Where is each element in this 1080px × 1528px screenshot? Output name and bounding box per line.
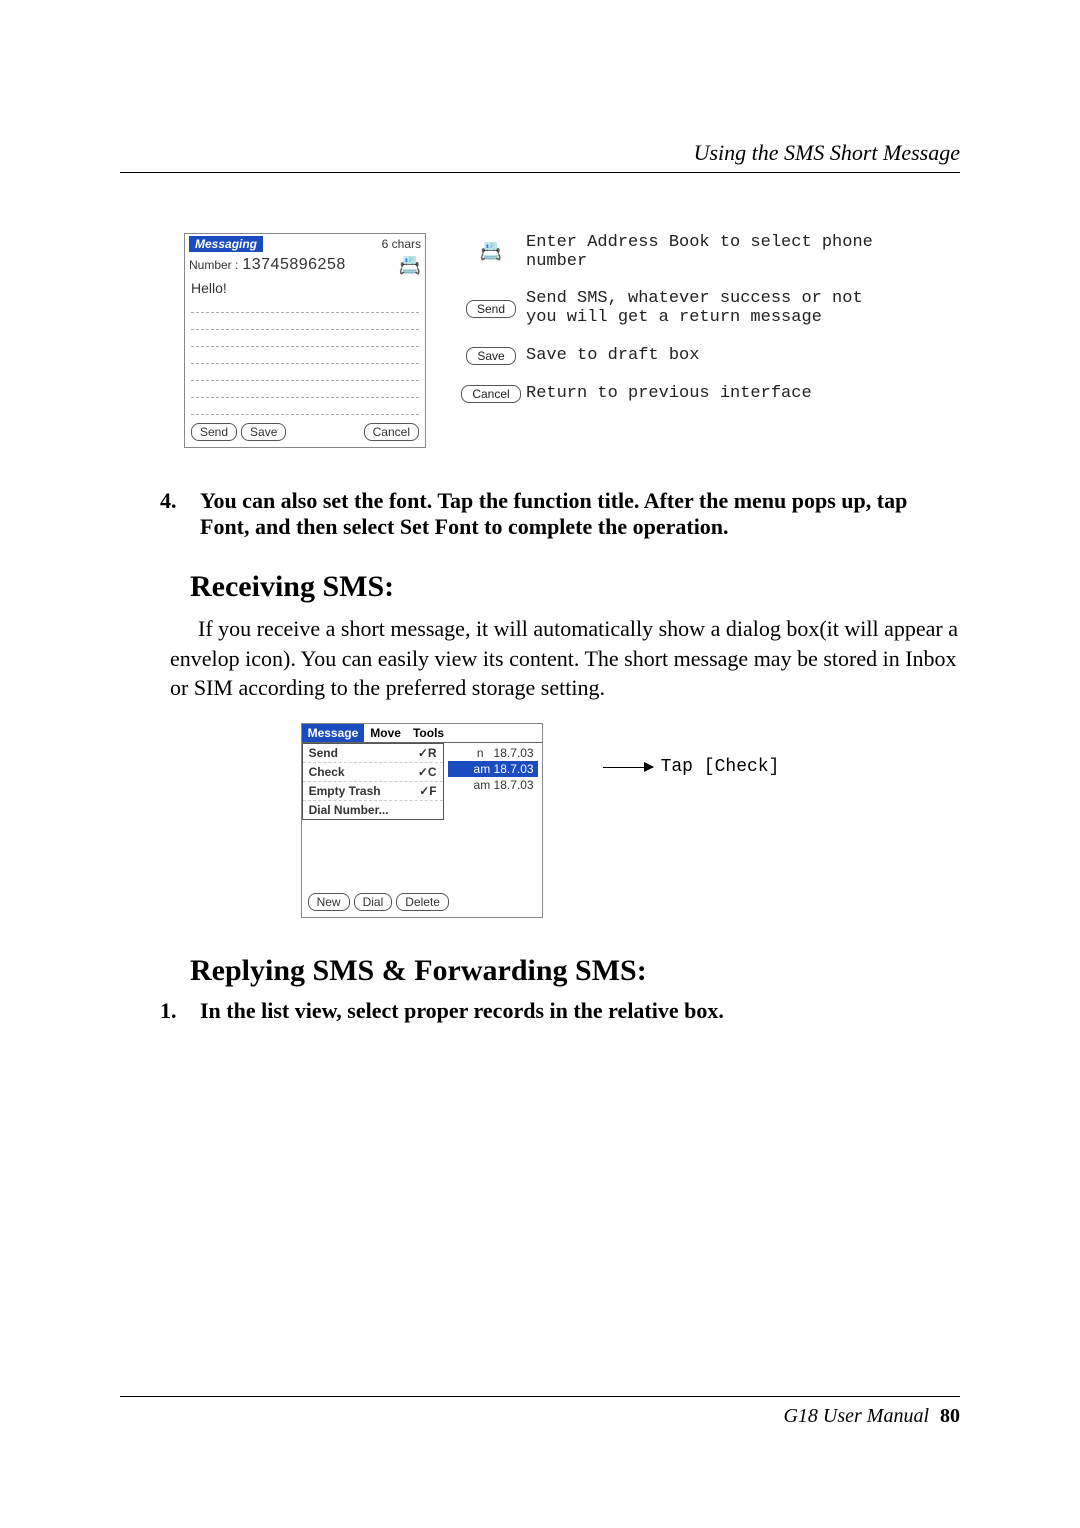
new-button[interactable]: New xyxy=(308,893,350,911)
send-button-sample: Send xyxy=(466,300,516,318)
list-row[interactable]: n 18.7.03 xyxy=(448,745,538,761)
list-cell: am 18.7.03 xyxy=(474,778,534,792)
step-1: 1. In the list view, select proper recor… xyxy=(160,998,960,1024)
menu-tools[interactable]: Tools xyxy=(407,724,450,742)
text-line xyxy=(191,313,419,330)
pda-screen-list: Message Move Tools Send ✓R Check ✓C Empt… xyxy=(301,723,543,918)
address-book-icon: 📇 xyxy=(480,241,502,261)
step-number: 4. xyxy=(160,488,200,540)
dropdown-dial-number[interactable]: Dial Number... xyxy=(303,801,443,819)
text-line xyxy=(191,347,419,364)
callout-save: Save to draft box xyxy=(526,346,699,365)
page-footer: G18 User Manual 80 xyxy=(120,1396,960,1428)
heading-receiving-sms: Receiving SMS: xyxy=(190,570,960,604)
heading-replying-sms: Replying SMS & Forwarding SMS: xyxy=(190,954,960,988)
cancel-button[interactable]: Cancel xyxy=(364,423,419,441)
list-cell: am 18.7.03 xyxy=(474,762,534,776)
text-line xyxy=(191,364,419,381)
callout-cancel: Return to previous interface xyxy=(526,384,812,403)
text-line xyxy=(191,330,419,347)
dial-button[interactable]: Dial xyxy=(354,893,393,911)
dropdown-check-label: Check xyxy=(309,765,345,779)
header-title: Using the SMS Short Message xyxy=(694,140,960,165)
list-cell: 18.7.03 xyxy=(494,746,534,760)
dropdown-send[interactable]: Send ✓R xyxy=(303,744,443,763)
pda-title: Messaging xyxy=(189,236,263,252)
figure-messaging: Messaging 6 chars Number : 13745896258 📇… xyxy=(120,233,960,448)
text-line xyxy=(191,398,419,415)
running-header: Using the SMS Short Message xyxy=(120,140,960,173)
address-book-icon[interactable]: 📇 xyxy=(399,256,421,274)
text-line xyxy=(191,381,419,398)
step-text: In the list view, select proper records … xyxy=(200,998,960,1024)
dropdown-dial-label: Dial Number... xyxy=(309,803,389,817)
save-button[interactable]: Save xyxy=(241,423,286,441)
message-body-text[interactable]: Hello! xyxy=(191,280,419,296)
arrow-icon xyxy=(603,767,653,768)
step-number: 1. xyxy=(160,998,200,1024)
menu-move[interactable]: Move xyxy=(364,724,407,742)
menu-message[interactable]: Message xyxy=(302,724,365,742)
char-count: 6 chars xyxy=(382,237,421,251)
list-cell: n xyxy=(477,746,484,760)
send-button[interactable]: Send xyxy=(191,423,237,441)
page-number: 80 xyxy=(940,1405,960,1427)
step-4: 4. You can also set the font. Tap the fu… xyxy=(160,488,960,540)
pda-screen-messaging: Messaging 6 chars Number : 13745896258 📇… xyxy=(184,233,426,448)
callout-list: 📇 Enter Address Book to select phone num… xyxy=(456,233,896,421)
number-label: Number : xyxy=(189,258,238,272)
dropdown-check[interactable]: Check ✓C xyxy=(303,763,443,782)
dropdown-empty-key: ✓F xyxy=(419,784,436,798)
cancel-button-sample: Cancel xyxy=(461,385,520,403)
message-dropdown: Send ✓R Check ✓C Empty Trash ✓F Dial Num… xyxy=(302,743,444,820)
dropdown-send-key: ✓R xyxy=(418,746,437,760)
delete-button[interactable]: Delete xyxy=(396,893,449,911)
list-row[interactable]: am 18.7.03 xyxy=(448,777,538,793)
tap-check-label: Tap [Check] xyxy=(661,757,780,777)
paragraph-receiving: If you receive a short message, it will … xyxy=(170,614,960,703)
dropdown-send-label: Send xyxy=(309,746,338,760)
callout-tap-check: Tap [Check] xyxy=(603,757,780,777)
manual-title: G18 User Manual xyxy=(783,1405,929,1427)
list-row-selected[interactable]: am 18.7.03 xyxy=(448,761,538,777)
step-text: You can also set the font. Tap the funct… xyxy=(200,488,960,540)
text-line xyxy=(191,296,419,313)
dropdown-empty-trash[interactable]: Empty Trash ✓F xyxy=(303,782,443,801)
dropdown-empty-label: Empty Trash xyxy=(309,784,381,798)
callout-address-book: Enter Address Book to select phone numbe… xyxy=(526,233,896,271)
number-value: 13745896258 xyxy=(242,256,345,274)
dropdown-check-key: ✓C xyxy=(418,765,437,779)
callout-send: Send SMS, whatever success or not you wi… xyxy=(526,289,896,327)
figure-message-list: Message Move Tools Send ✓R Check ✓C Empt… xyxy=(120,723,960,918)
save-button-sample: Save xyxy=(466,347,515,365)
